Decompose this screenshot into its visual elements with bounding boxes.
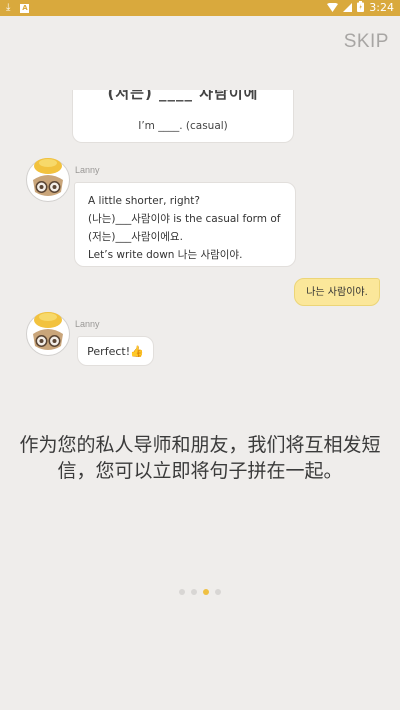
page-dot (191, 589, 197, 595)
lanny-avatar (25, 310, 70, 358)
message-line: (저는)___사람이에요. (88, 231, 183, 243)
previous-message-line: I’m ____. (casual) (138, 120, 228, 132)
page-dot (215, 589, 221, 595)
onboarding-caption: 作为您的私人导师和朋友，我们将互相发短信，您可以立即将句子拼在一起。 (19, 434, 381, 482)
message-text: Perfect! (87, 345, 131, 358)
wifi-icon (327, 2, 339, 15)
message-bubble: A little shorter, right? (나는)___사람이야 is … (74, 182, 296, 267)
previous-message-bubble: (저는) ____ 사람이에 I’m ____. (casual) (72, 90, 294, 143)
skip-button[interactable]: SKIP (344, 31, 389, 53)
sender-name: Lanny (75, 165, 100, 175)
status-time: 3:24 (369, 1, 394, 14)
page-dot (179, 589, 185, 595)
previous-message-text: (저는) ____ 사람이에 (107, 90, 259, 102)
page-indicator (0, 589, 400, 595)
sender-name: Lanny (75, 319, 100, 329)
status-bar: ⤓ A 3:24 (0, 0, 400, 16)
download-icon: ⤓ (6, 2, 11, 13)
message-bubble: Perfect!👍 (77, 336, 154, 366)
thumbs-up-icon: 👍 (130, 345, 144, 358)
lanny-avatar (25, 156, 70, 204)
signal-icon (343, 2, 353, 15)
message-line: (나는)___사람이야 is the casual form of (88, 213, 281, 225)
message-line: Let’s write down 나는 사람이야. (88, 249, 243, 261)
page-dot-active (203, 589, 209, 595)
battery-icon (357, 1, 365, 15)
message-line: A little shorter, right? (88, 195, 200, 207)
app-notification-icon: A (20, 3, 30, 13)
user-message-bubble: 나는 사람이야. (294, 278, 380, 306)
